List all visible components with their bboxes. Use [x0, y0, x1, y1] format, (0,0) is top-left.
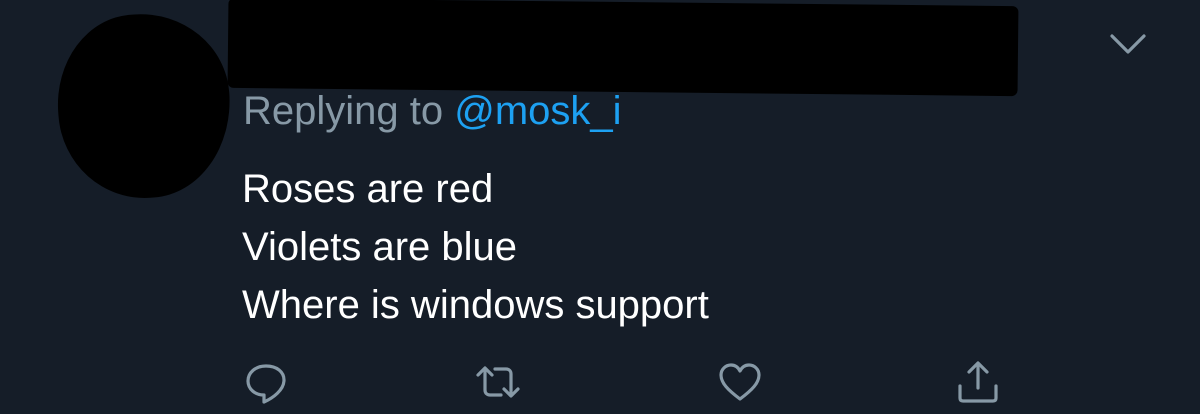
- retweet-button[interactable]: [474, 358, 522, 406]
- reply-icon: [246, 364, 286, 404]
- chevron-down-icon[interactable]: [1108, 30, 1148, 58]
- avatar-redacted[interactable]: [51, 8, 237, 204]
- replying-to-handle-link[interactable]: @mosk_i: [454, 89, 621, 133]
- username-redaction: [227, 0, 1019, 97]
- tweet-text-line: Roses are red: [242, 167, 494, 211]
- replying-to-line: Replying to @mosk_i: [243, 86, 622, 136]
- replying-to-label: Replying to: [243, 89, 444, 133]
- share-icon: [958, 361, 998, 403]
- tweet-text-line: Where is windows support: [242, 283, 709, 327]
- tweet-card[interactable]: 5h Replying to @mosk_i Roses are red Vio…: [0, 0, 1200, 414]
- like-icon: [719, 363, 761, 401]
- reply-button[interactable]: [242, 358, 290, 406]
- like-button[interactable]: [716, 358, 764, 406]
- tweet-text-line: Violets are blue: [242, 225, 517, 269]
- share-button[interactable]: [954, 358, 1002, 406]
- tweet-text: Roses are red Violets are blue Where is …: [242, 160, 709, 334]
- retweet-icon: [476, 366, 520, 398]
